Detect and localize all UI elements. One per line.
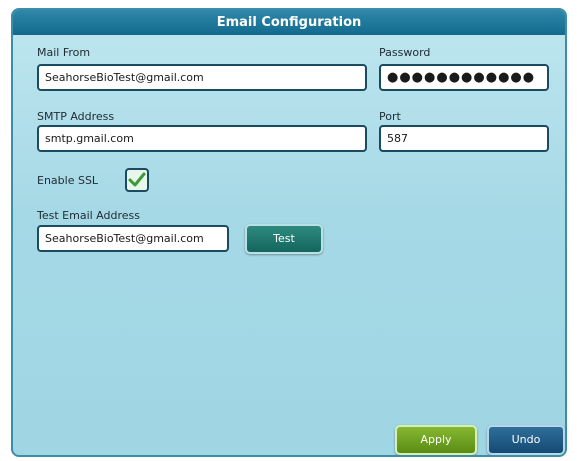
password-label: Password [379, 46, 431, 59]
smtp-address-label: SMTP Address [37, 110, 115, 123]
apply-button[interactable]: Apply [395, 425, 477, 455]
dialog-title: Email Configuration [13, 10, 565, 35]
undo-button[interactable]: Undo [487, 425, 565, 455]
mail-from-label: Mail From [37, 46, 91, 59]
port-input[interactable]: 587 [379, 125, 549, 152]
mail-from-input[interactable]: SeahorseBioTest@gmail.com [37, 64, 367, 91]
password-input[interactable]: ●●●●●●●●●●●● [379, 64, 549, 91]
port-label: Port [379, 110, 401, 123]
test-button[interactable]: Test [245, 224, 323, 254]
enable-ssl-label: Enable SSL [37, 174, 99, 187]
check-icon [128, 172, 146, 187]
email-configuration-dialog: Email Configuration Mail From SeahorseBi… [11, 8, 567, 457]
enable-ssl-checkbox[interactable] [125, 168, 149, 192]
test-email-label: Test Email Address [37, 209, 140, 222]
smtp-address-input[interactable]: smtp.gmail.com [37, 125, 367, 152]
test-email-input[interactable]: SeahorseBioTest@gmail.com [37, 225, 229, 252]
